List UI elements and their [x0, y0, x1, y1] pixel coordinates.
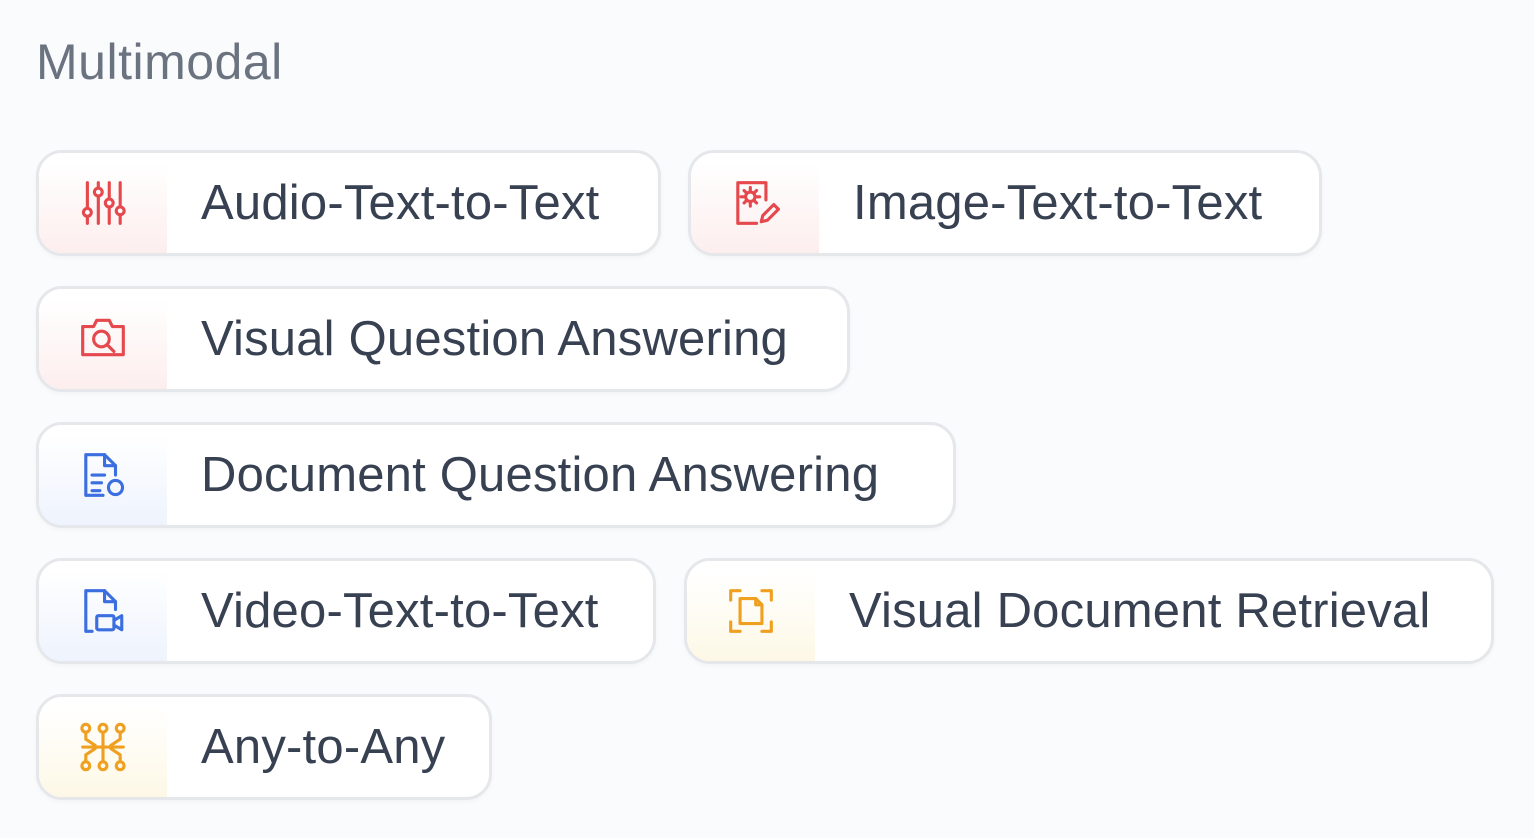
task-label: Video-Text-to-Text	[201, 584, 599, 638]
task-any-to-any[interactable]: Any-to-Any	[36, 694, 492, 800]
task-label: Visual Document Retrieval	[849, 584, 1431, 638]
scan-document-icon	[687, 561, 815, 661]
image-edit-icon	[691, 153, 819, 253]
task-document-question-answering[interactable]: Document Question Answering	[36, 422, 956, 528]
document-video-icon	[39, 561, 167, 661]
camera-search-icon	[39, 289, 167, 389]
task-image-text-to-text[interactable]: Image-Text-to-Text	[688, 150, 1322, 256]
document-search-icon	[39, 425, 167, 525]
task-label: Audio-Text-to-Text	[201, 176, 600, 230]
task-visual-question-answering[interactable]: Visual Question Answering	[36, 286, 850, 392]
section-title: Multimodal	[36, 34, 283, 90]
task-label: Image-Text-to-Text	[853, 176, 1263, 230]
task-visual-document-retrieval[interactable]: Visual Document Retrieval	[684, 558, 1494, 664]
task-video-text-to-text[interactable]: Video-Text-to-Text	[36, 558, 656, 664]
task-audio-text-to-text[interactable]: Audio-Text-to-Text	[36, 150, 661, 256]
circuit-icon	[39, 697, 167, 797]
task-label: Document Question Answering	[201, 448, 880, 502]
task-label: Any-to-Any	[201, 720, 446, 774]
task-label: Visual Question Answering	[201, 312, 788, 366]
sliders-icon	[39, 153, 167, 253]
